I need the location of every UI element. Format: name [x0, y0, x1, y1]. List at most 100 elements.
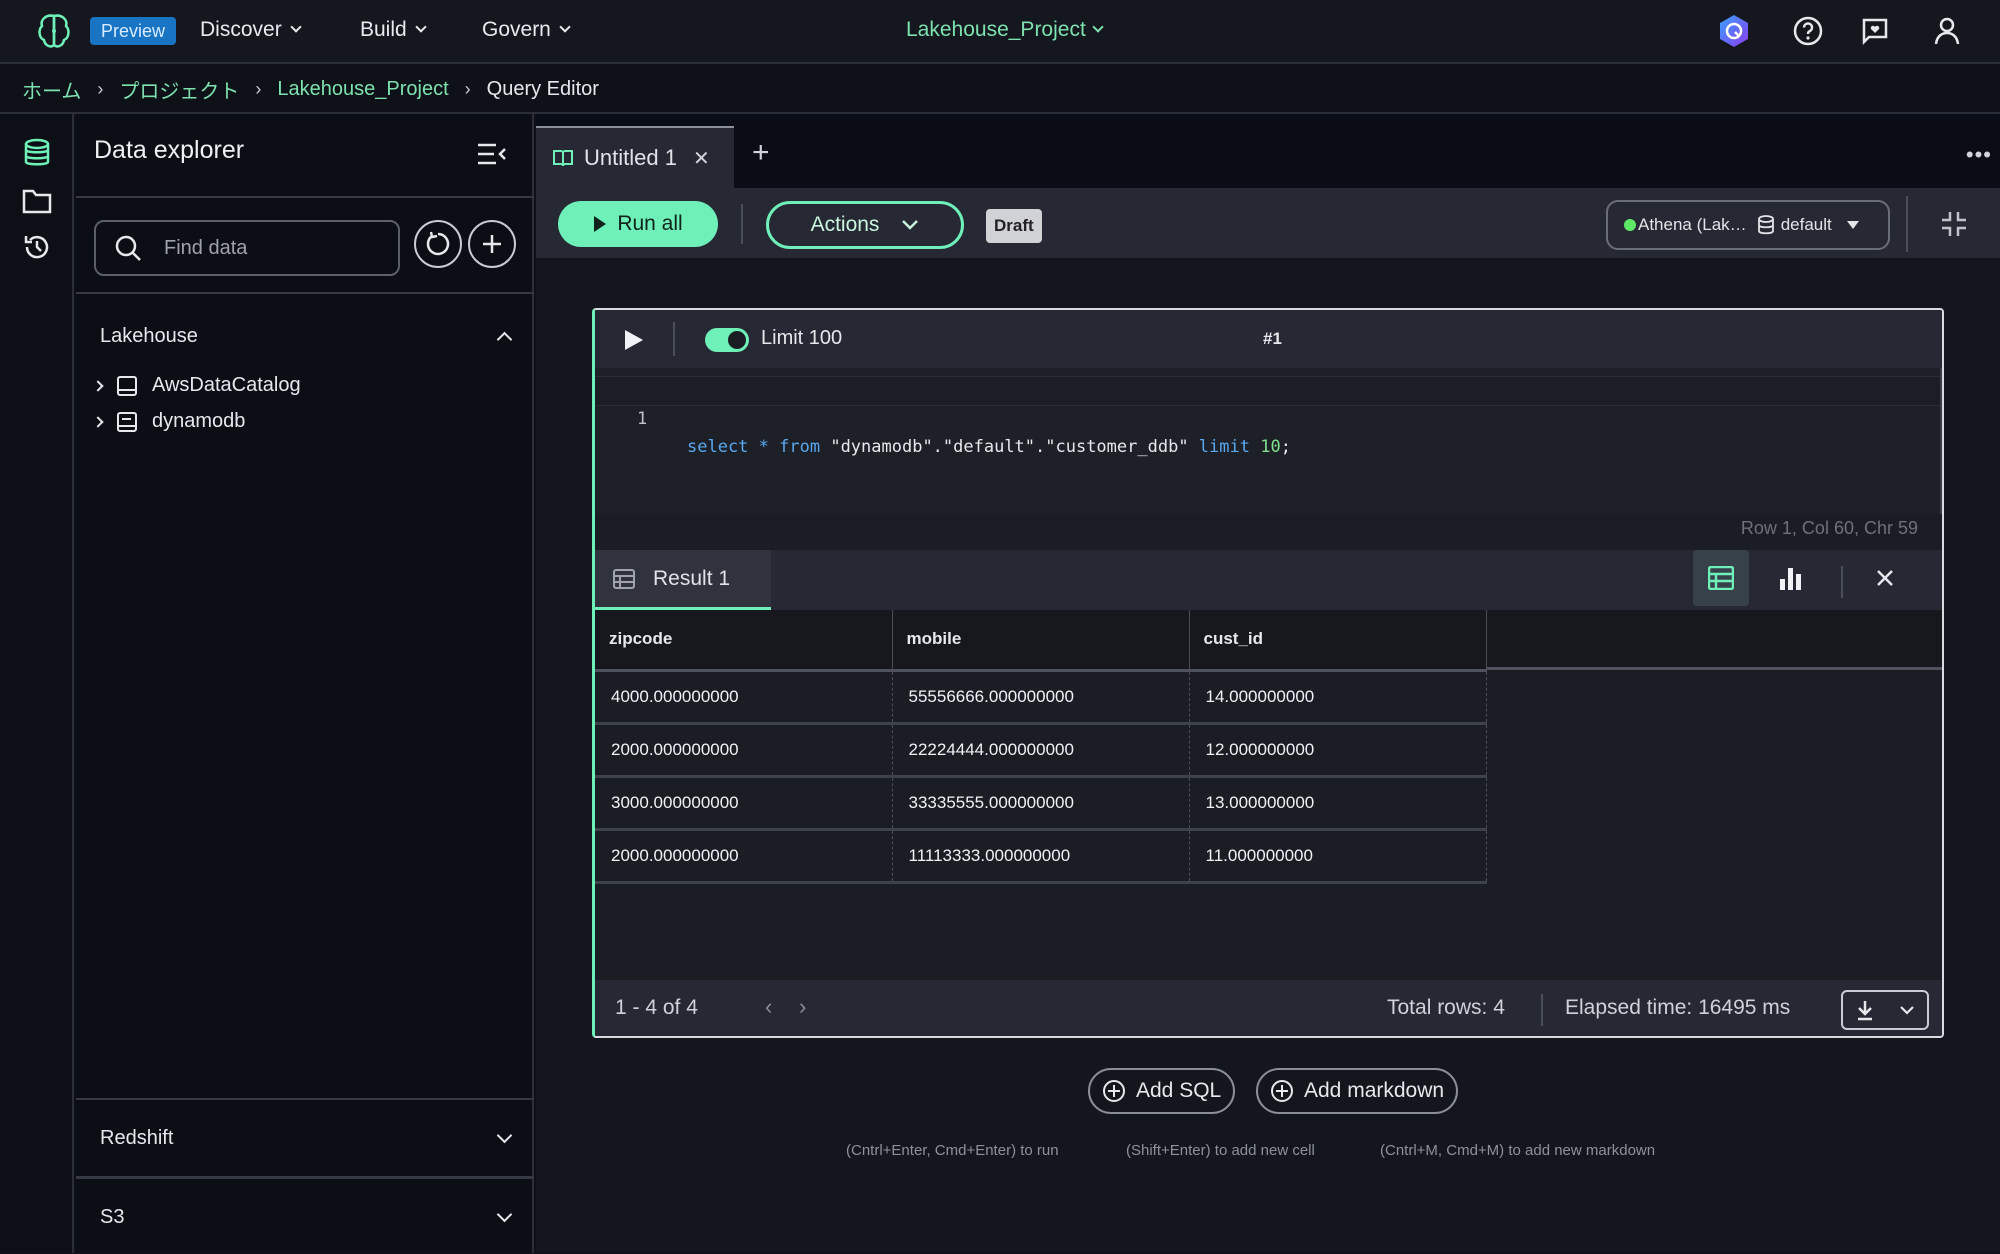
previous-page-icon[interactable]: ‹	[765, 994, 772, 1020]
shortcut-hint-new-cell: (Shift+Enter) to add new cell	[1126, 1142, 1315, 1159]
chevron-up-icon	[496, 331, 513, 347]
close-icon	[1877, 570, 1893, 586]
history-icon	[24, 235, 49, 259]
sql-cell: Limit 100 #1 1 select * from "dynamodb".…	[592, 308, 1944, 1038]
divider	[76, 1176, 534, 1179]
help-icon	[1793, 16, 1823, 46]
rail-data-button[interactable]	[20, 136, 54, 170]
table-cell[interactable]: 14.000000000	[1189, 670, 1487, 725]
download-results-button[interactable]	[1841, 990, 1929, 1030]
breadcrumb-home[interactable]: ホーム	[22, 75, 81, 104]
limit-label: Limit 100	[761, 327, 843, 349]
next-page-icon[interactable]: ›	[799, 994, 806, 1020]
build-menu-label: Build	[360, 18, 407, 41]
breadcrumb-project[interactable]: Lakehouse_Project	[277, 78, 448, 101]
tree-item-awsdatacatalog[interactable]: AwsDataCatalog	[92, 374, 301, 397]
chevron-down-icon	[559, 21, 571, 33]
editor-toolbar: Run all Actions Draft Athena (Lak… defau…	[536, 188, 2000, 258]
table-cell[interactable]: 11.000000000	[1189, 829, 1487, 884]
preview-badge: Preview	[90, 17, 177, 45]
column-header-cust-id[interactable]: cust_id	[1189, 610, 1487, 672]
results-table: zipcode mobile cust_id 4000.000000000 55…	[595, 610, 1942, 942]
sql-editor[interactable]: 1 select * from "dynamodb"."default"."cu…	[595, 368, 1942, 514]
rail-history-button[interactable]	[20, 230, 54, 264]
discover-menu-label: Discover	[200, 18, 282, 41]
help-button[interactable]	[1791, 14, 1825, 48]
tree-item-dynamodb[interactable]: dynamodb	[92, 410, 245, 433]
query-editor: Untitled 1 ✕ + ••• Run all Actions Draft…	[536, 114, 2000, 1253]
more-options-icon[interactable]: •••	[1966, 142, 1992, 168]
breadcrumb-projects[interactable]: プロジェクト	[119, 75, 239, 104]
column-header-mobile[interactable]: mobile	[892, 610, 1190, 672]
caret-down-icon	[1846, 221, 1859, 229]
connection-status-dot	[1624, 219, 1636, 231]
download-icon	[1858, 1001, 1872, 1021]
run-all-button[interactable]: Run all	[558, 201, 718, 247]
sql-semicolon: ;	[1280, 437, 1291, 457]
run-cell-icon[interactable]	[623, 328, 645, 352]
table-cell[interactable]: 11113333.000000000	[892, 829, 1190, 884]
limit-toggle[interactable]	[705, 328, 749, 352]
editor-tabbar: Untitled 1 ✕ + •••	[536, 114, 2000, 188]
feedback-button[interactable]	[1858, 14, 1892, 48]
folder-icon	[22, 189, 52, 214]
project-switcher[interactable]: Lakehouse_Project	[906, 18, 1104, 42]
elapsed-time: Elapsed time: 16495 ms	[1565, 996, 1791, 1019]
chevron-down-icon	[496, 1206, 513, 1222]
close-result-button[interactable]	[1857, 550, 1913, 606]
table-view-button[interactable]	[1693, 550, 1749, 606]
section-s3[interactable]: S3	[76, 1180, 534, 1254]
explorer-title: Data explorer	[94, 136, 245, 164]
discover-menu[interactable]: Discover	[200, 18, 302, 42]
plus-icon	[483, 235, 501, 253]
app-logo-icon[interactable]	[36, 12, 72, 50]
cursor-position: Row 1, Col 60, Chr 59	[1740, 518, 1918, 538]
find-data-search[interactable]	[94, 220, 400, 276]
govern-menu[interactable]: Govern	[482, 18, 571, 42]
cell-number: #1	[1263, 329, 1282, 348]
add-data-button[interactable]	[468, 220, 516, 268]
user-menu-button[interactable]	[1930, 14, 1964, 48]
refresh-button[interactable]	[414, 220, 462, 268]
section-redshift[interactable]: Redshift	[76, 1100, 534, 1176]
find-data-input[interactable]	[164, 236, 364, 260]
assistant-icon	[1720, 15, 1748, 47]
assistant-button[interactable]	[1717, 14, 1751, 48]
exit-fullscreen-button[interactable]	[1940, 210, 1968, 238]
table-cell[interactable]: 4000.000000000	[595, 670, 893, 725]
table-cell[interactable]: 2000.000000000	[595, 723, 893, 778]
section-lakehouse[interactable]: Lakehouse	[76, 318, 534, 354]
table-cell[interactable]: 33335555.000000000	[892, 776, 1190, 831]
table-row: 3000.000000000 33335555.000000000 13.000…	[595, 776, 1487, 831]
notebook-icon	[553, 150, 573, 167]
collapse-panel-button[interactable]	[476, 140, 510, 170]
chart-view-button[interactable]	[1763, 550, 1819, 606]
tab-result-1[interactable]: Result 1	[595, 550, 771, 610]
results-footer: 1 - 4 of 4 ‹ › Total rows: 4 Elapsed tim…	[595, 980, 1942, 1036]
engine-database-select[interactable]: Athena (Lak… default	[1606, 200, 1890, 250]
table-cell[interactable]: 22224444.000000000	[892, 723, 1190, 778]
close-tab-icon[interactable]: ✕	[693, 146, 710, 171]
collapse-menu-icon	[478, 143, 506, 165]
add-markdown-button[interactable]: Add markdown	[1256, 1068, 1459, 1114]
table-cell[interactable]: 2000.000000000	[595, 829, 893, 884]
table-header-row: zipcode mobile cust_id	[595, 610, 1487, 672]
build-menu[interactable]: Build	[360, 18, 427, 42]
tab-untitled-1[interactable]: Untitled 1 ✕	[536, 126, 734, 188]
section-redshift-label: Redshift	[100, 1126, 174, 1149]
new-tab-button[interactable]: +	[752, 138, 770, 168]
page-info: 1 - 4 of 4	[615, 996, 698, 1019]
column-header-zipcode[interactable]: zipcode	[595, 610, 893, 672]
table-cell[interactable]: 13.000000000	[1189, 776, 1487, 831]
left-icon-rail	[0, 114, 74, 1253]
table-cell[interactable]: 55556666.000000000	[892, 670, 1190, 725]
result-tab-label: Result 1	[653, 566, 731, 590]
add-sql-button[interactable]: Add SQL	[1088, 1068, 1236, 1114]
table-row: 2000.000000000 11113333.000000000 11.000…	[595, 829, 1487, 884]
actions-dropdown[interactable]: Actions	[766, 201, 964, 249]
table-cell[interactable]: 12.000000000	[1189, 723, 1487, 778]
add-circle-icon	[1271, 1080, 1293, 1102]
rail-files-button[interactable]	[20, 184, 54, 218]
database-icon	[24, 138, 50, 166]
table-cell[interactable]: 3000.000000000	[595, 776, 893, 831]
